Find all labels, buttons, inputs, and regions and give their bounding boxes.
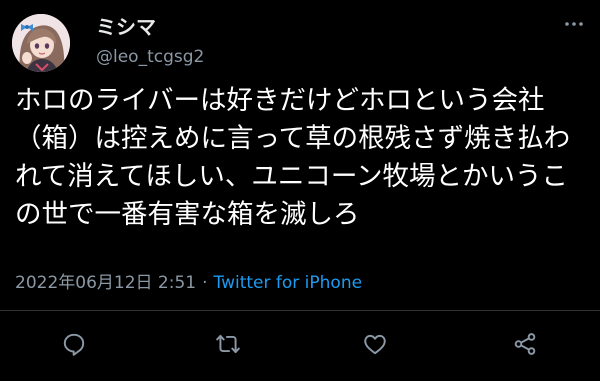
reply-button[interactable] <box>61 331 87 357</box>
more-options-button[interactable] <box>562 12 586 36</box>
source-link[interactable]: Twitter for iPhone <box>214 273 363 293</box>
share-button[interactable] <box>512 331 538 357</box>
action-bar <box>0 327 600 361</box>
tweet-card: ミシマ @leo_tcgsg2 ホロのライバーは好きだけどホロという会社（箱）は… <box>0 0 600 381</box>
retweet-button[interactable] <box>215 331 241 357</box>
user-info: ミシマ @leo_tcgsg2 <box>96 14 204 68</box>
meta-separator: · <box>202 273 208 293</box>
heart-icon <box>364 334 386 355</box>
user-handle[interactable]: @leo_tcgsg2 <box>96 46 204 68</box>
tweet-text: ホロのライバーは好きだけどホロという会社（箱）は控えめに言って草の根残さず焼き払… <box>15 85 571 230</box>
more-icon <box>565 22 583 26</box>
reply-icon <box>63 333 85 356</box>
like-button[interactable] <box>362 331 388 357</box>
display-name[interactable]: ミシマ <box>96 14 204 40</box>
divider <box>0 310 600 311</box>
avatar[interactable] <box>12 14 70 72</box>
timestamp[interactable]: 2022年06月12日 2:51 <box>15 273 196 293</box>
avatar-image <box>12 14 70 72</box>
retweet-icon <box>216 334 240 354</box>
tweet-meta: 2022年06月12日 2:51 · Twitter for iPhone <box>15 272 362 294</box>
share-icon <box>514 333 536 355</box>
